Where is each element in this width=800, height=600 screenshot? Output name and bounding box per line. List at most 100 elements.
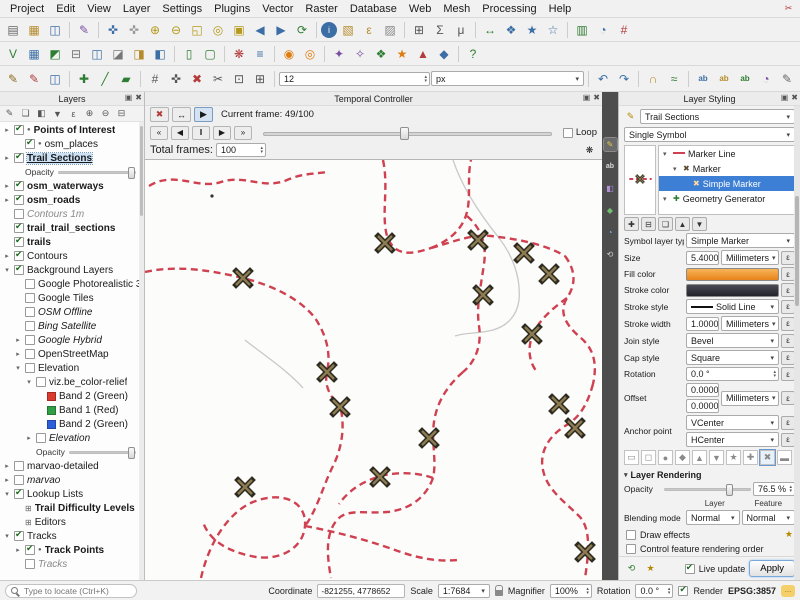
anchor-horizontal-data-defined-button[interactable]: ε [781, 433, 795, 447]
add-mesh-layer-icon[interactable]: ◩ [45, 44, 65, 63]
layer-tree-item[interactable]: trail_trail_sections [0, 221, 144, 235]
new-geopackage-icon[interactable]: ▢ [200, 44, 220, 63]
layer-tree-item[interactable]: ▸OpenStreetMap [0, 347, 144, 361]
mask-tab[interactable]: ◧ [604, 182, 617, 195]
layer-visibility-checkbox[interactable] [25, 293, 35, 303]
layer-visibility-checkbox[interactable] [14, 531, 24, 541]
zoom-last-icon[interactable]: ◀ [250, 20, 270, 39]
render-checkbox[interactable] [678, 586, 688, 596]
layer-tree-item[interactable]: ▸osm_waterways [0, 179, 144, 193]
layer-visibility-checkbox[interactable] [14, 489, 24, 499]
new-bookmark-icon[interactable]: ★ [522, 20, 542, 39]
rotation-spin[interactable]: 0.0 °▴▾ [686, 367, 779, 381]
rotation-spin-status[interactable]: 0.0 °▴▾ [635, 584, 673, 598]
marker-shape-option[interactable]: ✖ [760, 450, 775, 465]
layers-scrollbar[interactable] [139, 122, 144, 580]
menu-project[interactable]: Project [4, 2, 50, 16]
layer-visibility-checkbox[interactable] [25, 321, 35, 331]
marker-shape-option[interactable]: ● [658, 450, 673, 465]
layer-tree-item[interactable]: ▸●Track Points [0, 543, 144, 557]
marker-shape-option[interactable]: ▭ [624, 450, 639, 465]
map-canvas[interactable] [145, 160, 602, 580]
layer-visibility-checkbox[interactable] [25, 363, 35, 373]
zoom-in-icon[interactable]: ⊕ [145, 20, 165, 39]
add-wfs-icon[interactable]: ◧ [150, 44, 170, 63]
symbol-tree-item[interactable]: ▾✖Marker [659, 161, 794, 176]
menu-mesh[interactable]: Mesh [437, 2, 476, 16]
layer-tree-item[interactable]: Band 2 (Green) [0, 417, 144, 431]
label-highlight-icon[interactable]: ab [735, 69, 755, 88]
remove-layer-button[interactable]: ⊟ [114, 107, 129, 121]
layer-tree-item[interactable]: ▾Lookup Lists [0, 487, 144, 501]
frame-slider-handle[interactable] [400, 127, 409, 140]
expander-icon[interactable]: ▾ [14, 364, 22, 372]
close-panel-icon[interactable]: ✖ [135, 93, 142, 102]
filter-by-expression-button[interactable]: ε [66, 107, 81, 121]
marker-shape-option[interactable]: ▲ [692, 450, 707, 465]
layer-tree-item[interactable]: ⊞Editors [0, 515, 144, 529]
magnifier-spin[interactable]: 100%▴▾ [550, 584, 592, 598]
expander-icon[interactable]: ▾ [663, 195, 670, 203]
save-edits-icon[interactable]: ◫ [45, 69, 65, 88]
plugin-icon-3[interactable]: ❖ [371, 44, 391, 63]
layer-visibility-checkbox[interactable] [14, 209, 24, 219]
zoom-out-icon[interactable]: ⊖ [166, 20, 186, 39]
frame-slider[interactable] [263, 126, 552, 140]
menu-view[interactable]: View [81, 2, 117, 16]
open-project-icon[interactable]: ▦ [24, 20, 44, 39]
temporal-settings-icon[interactable]: ❋ [582, 143, 597, 157]
paste-features-icon[interactable]: ⊞ [250, 69, 270, 88]
new-project-icon[interactable]: ▤ [3, 20, 23, 39]
layer-visibility-checkbox[interactable] [14, 223, 24, 233]
layer-tree-item[interactable]: ▸●Points of Interest [0, 123, 144, 137]
opacity-spin[interactable]: 76.5 %▴▾ [753, 482, 795, 496]
layer-visibility-checkbox[interactable] [14, 475, 24, 485]
stroke-color-button[interactable] [686, 284, 779, 297]
menu-processing[interactable]: Processing [476, 2, 542, 16]
layer-tree-item[interactable]: Google Tiles [0, 291, 144, 305]
opacity-slider-handle[interactable] [726, 484, 733, 496]
layer-tree-item[interactable]: Google Photorealistic 3D Tiles [0, 277, 144, 291]
play-button[interactable]: ▶ [213, 126, 231, 140]
add-delimited-text-icon[interactable]: ⊟ [66, 44, 86, 63]
cut-features-icon[interactable]: ✂ [208, 69, 228, 88]
size-data-defined-button[interactable]: ε [781, 251, 795, 265]
anchor-vertical-select[interactable]: VCenter [686, 415, 779, 430]
stroke-width-spin[interactable]: 1.000000▴▾ [686, 317, 719, 331]
filter-legend-button[interactable]: ▼ [50, 107, 65, 121]
add-line-feature-icon[interactable]: ╱ [95, 69, 115, 88]
labels-tab[interactable]: ab [604, 160, 617, 173]
layer-tree-item[interactable]: ▸osm_roads [0, 193, 144, 207]
layer-tree-item[interactable]: ▸Trail Sections [0, 151, 144, 165]
temporal-fixed-range-button[interactable]: ↔ [172, 107, 191, 122]
marker-shape-option[interactable]: ★ [726, 450, 741, 465]
plugin-icon-5[interactable]: ▲ [413, 44, 433, 63]
expander-icon[interactable]: ▸ [14, 336, 22, 344]
expander-icon[interactable]: ▾ [25, 378, 33, 386]
marker-shape-option[interactable]: ▬ [777, 450, 792, 465]
show-bookmarks-icon[interactable]: ☆ [543, 20, 563, 39]
layer-tree-item[interactable]: ⊞Trail Difficulty Levels [0, 501, 144, 515]
help-icon[interactable]: ? [463, 44, 483, 63]
size-unit-select[interactable]: Millimeters [721, 250, 779, 265]
add-point-feature-icon[interactable]: ✚ [74, 69, 94, 88]
processing-toolbox-icon[interactable]: ❋ [229, 44, 249, 63]
select-features-icon[interactable]: ▧ [338, 20, 358, 39]
layer-visibility-checkbox[interactable] [25, 559, 35, 569]
new-map-view-icon[interactable]: ▥ [572, 20, 592, 39]
offset-unit-select[interactable]: Millimeters [721, 391, 779, 406]
layer-tree-item[interactable]: ▾viz.be_color-relief [0, 375, 144, 389]
temporal-off-button[interactable]: ✖ [150, 107, 169, 122]
layer-tree-item[interactable]: ▾Background Layers [0, 263, 144, 277]
label-pin-icon[interactable]: ab [714, 69, 734, 88]
remove-symbol-layer-button[interactable]: ⊟ [641, 217, 656, 231]
anchor-vertical-data-defined-button[interactable]: ε [781, 416, 795, 430]
identify-features-icon[interactable]: i [321, 22, 337, 38]
layer-visibility-checkbox[interactable] [14, 125, 24, 135]
dock-panel-icon[interactable]: ▣ [781, 93, 789, 102]
add-raster-layer-icon[interactable]: ▦ [24, 44, 44, 63]
opacity-slider[interactable] [664, 488, 751, 491]
layer-visibility-checkbox[interactable] [14, 461, 24, 471]
layer-visibility-checkbox[interactable] [14, 251, 24, 261]
layer-visibility-checkbox[interactable] [25, 335, 35, 345]
